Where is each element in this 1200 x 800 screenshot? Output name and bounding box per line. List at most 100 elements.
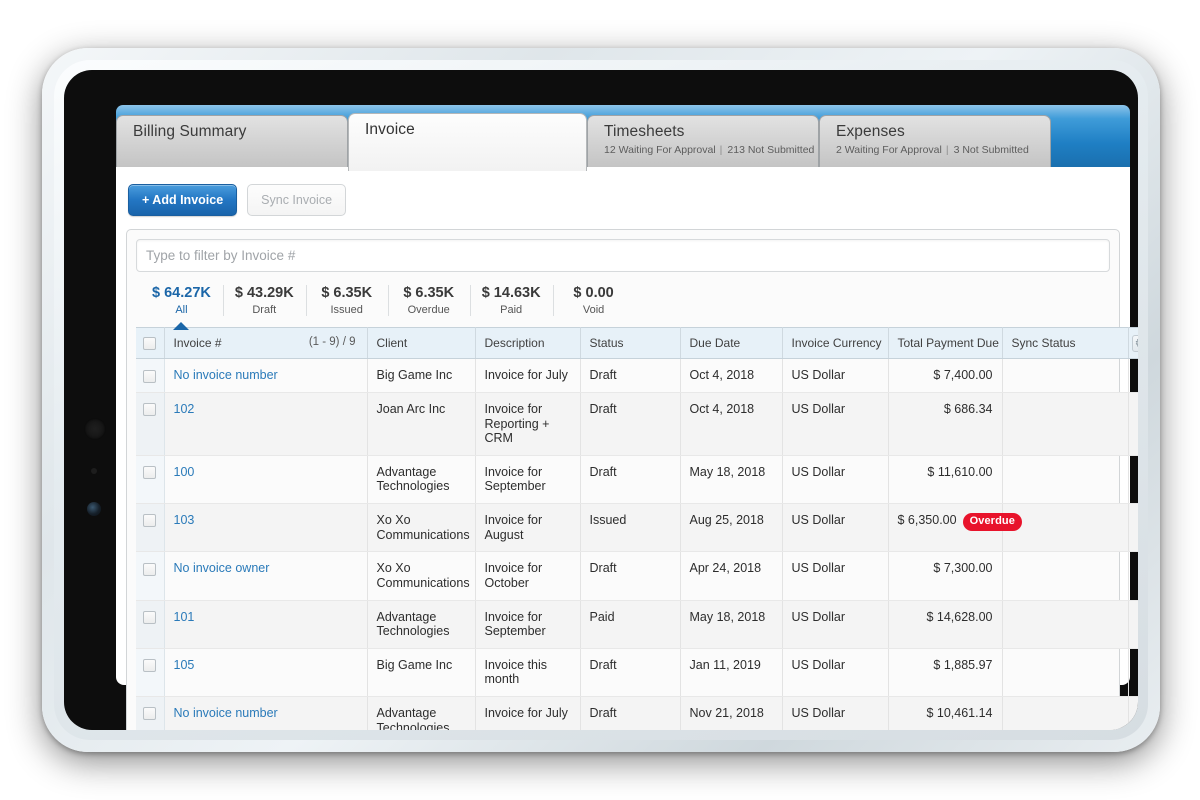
- row-checkbox[interactable]: [143, 707, 156, 721]
- cell-invoice-number[interactable]: No invoice number: [164, 358, 368, 393]
- invoice-link[interactable]: No invoice number: [174, 706, 278, 720]
- table-row[interactable]: No invoice number Big Game Inc Invoice for…: [136, 358, 1138, 393]
- row-select-cell[interactable]: [136, 392, 165, 456]
- cell-currency: US Dollar: [782, 551, 889, 601]
- row-checkbox[interactable]: [143, 369, 156, 383]
- cell-status: Paid: [580, 600, 681, 649]
- tab-expenses[interactable]: Expenses 2 Waiting For Approval | 3 Not Su…: [819, 115, 1051, 169]
- tab-invoice[interactable]: Invoice: [348, 113, 587, 171]
- row-select-cell[interactable]: [136, 358, 165, 393]
- cell-currency: US Dollar: [782, 503, 889, 553]
- row-checkbox[interactable]: [143, 659, 156, 673]
- invoice-link[interactable]: 101: [174, 610, 195, 624]
- col-description[interactable]: Description: [475, 326, 581, 360]
- cell-currency: US Dollar: [782, 358, 889, 393]
- summary-stats: $ 64.27K All $ 43.29K Draft $ 6.35K Issu…: [136, 272, 1110, 322]
- col-invoice-number[interactable]: Invoice # (1 - 9) / 9: [164, 326, 368, 360]
- cell-invoice-number[interactable]: 100: [164, 455, 368, 505]
- stat-all[interactable]: $ 64.27K All: [140, 281, 223, 322]
- record-count: (1 - 9) / 9: [308, 336, 356, 349]
- total-amount: $ 10,461.14: [926, 706, 993, 721]
- row-select-cell[interactable]: [136, 696, 165, 730]
- cell-status: Draft: [580, 551, 681, 601]
- col-client[interactable]: Client: [367, 326, 476, 360]
- stat-issued[interactable]: $ 6.35K Issued: [305, 281, 388, 322]
- sync-invoice-button[interactable]: Sync Invoice: [247, 184, 347, 216]
- table-row[interactable]: 102 Joan Arc Inc Invoice for Reporting + C…: [136, 392, 1138, 456]
- total-amount: $ 1,885.97: [933, 657, 993, 672]
- invoice-link[interactable]: 103: [174, 513, 195, 527]
- stat-void[interactable]: $ 0.00 Void: [552, 281, 635, 322]
- cell-currency: US Dollar: [782, 648, 889, 698]
- cell-invoice-number[interactable]: 101: [164, 600, 368, 649]
- table-row[interactable]: 103 Xo Xo Communications Invoice for Augus…: [136, 503, 1138, 553]
- row-checkbox[interactable]: [143, 562, 156, 576]
- cell-invoice-number[interactable]: No invoice number: [164, 696, 368, 730]
- row-checkbox[interactable]: [143, 403, 156, 417]
- row-select-cell[interactable]: [136, 600, 165, 649]
- cell-due-date: May 18, 2018: [680, 455, 783, 505]
- cell-due-date: Oct 4, 2018: [680, 358, 783, 393]
- stat-overdue[interactable]: $ 6.35K Overdue: [387, 281, 470, 322]
- row-checkbox[interactable]: [143, 610, 156, 624]
- select-all-header[interactable]: [136, 326, 165, 360]
- cell-client: Advantage Technologies: [367, 455, 476, 505]
- row-select-cell[interactable]: [136, 551, 165, 601]
- stat-paid-amount: $ 14.63K: [481, 285, 541, 301]
- cell-sync-status: [1002, 600, 1129, 649]
- tab-bar: Billing Summary Invoice Timesheets 12 Wa…: [116, 105, 1130, 171]
- cell-invoice-number[interactable]: 105: [164, 648, 368, 698]
- cell-spacer: [1128, 503, 1138, 553]
- invoice-link[interactable]: No invoice number: [174, 368, 278, 382]
- toolbar: + Add Invoice Sync Invoice: [126, 179, 1120, 216]
- row-checkbox[interactable]: [143, 514, 156, 528]
- select-all-checkbox[interactable]: [143, 337, 156, 351]
- cell-invoice-number[interactable]: No invoice owner: [164, 551, 368, 601]
- column-settings-header[interactable]: ⚙: [1128, 326, 1138, 360]
- cell-total-payment-due: $ 686.34: [888, 392, 1003, 456]
- invoice-table: Invoice # (1 - 9) / 9 Client Description…: [136, 326, 1138, 730]
- col-due-date[interactable]: Due Date: [680, 326, 783, 360]
- total-amount: $ 7,400.00: [933, 368, 993, 383]
- cell-sync-status: [1002, 358, 1129, 393]
- cell-sync-status: [1002, 392, 1129, 456]
- stat-draft[interactable]: $ 43.29K Draft: [222, 281, 306, 322]
- divider: |: [719, 144, 723, 156]
- col-sync-status[interactable]: Sync Status: [1002, 326, 1129, 360]
- col-total-payment-due[interactable]: Total Payment Due: [888, 326, 1003, 360]
- gear-icon[interactable]: ⚙: [1131, 334, 1138, 352]
- row-checkbox[interactable]: [143, 466, 156, 480]
- invoice-link[interactable]: No invoice owner: [174, 561, 270, 575]
- cell-invoice-number[interactable]: 103: [164, 503, 368, 553]
- invoice-link[interactable]: 100: [174, 465, 195, 479]
- tab-timesheets-subtitle: 12 Waiting For Approval | 213 Not Submitte…: [604, 144, 814, 156]
- table-row[interactable]: No invoice number Advantage Technologies I…: [136, 696, 1138, 730]
- cell-description: Invoice this month: [475, 648, 581, 698]
- row-select-cell[interactable]: [136, 503, 165, 553]
- invoice-link[interactable]: 105: [174, 658, 195, 672]
- cell-description: Invoice for September: [475, 455, 581, 505]
- invoice-link[interactable]: 102: [174, 402, 195, 416]
- cell-currency: US Dollar: [782, 455, 889, 505]
- table-row[interactable]: No invoice owner Xo Xo Communications Invo…: [136, 551, 1138, 601]
- cell-status: Draft: [580, 358, 681, 393]
- stat-all-label: All: [175, 304, 188, 316]
- add-invoice-button[interactable]: + Add Invoice: [128, 184, 238, 216]
- cell-due-date: Jan 11, 2019: [680, 648, 783, 698]
- tab-billing-summary[interactable]: Billing Summary: [116, 115, 348, 169]
- stat-overdue-amount: $ 6.35K: [403, 285, 455, 301]
- table-row[interactable]: 105 Big Game Inc Invoice this month Draft Ja…: [136, 648, 1138, 698]
- table-row[interactable]: 101 Advantage Technologies Invoice for Sep…: [136, 600, 1138, 649]
- row-select-cell[interactable]: [136, 648, 165, 698]
- invoice-filter-input[interactable]: [136, 239, 1110, 272]
- col-invoice-currency[interactable]: Invoice Currency: [782, 326, 889, 360]
- stat-paid[interactable]: $ 14.63K Paid: [469, 281, 553, 322]
- row-select-cell[interactable]: [136, 455, 165, 505]
- cell-invoice-number[interactable]: 102: [164, 392, 368, 456]
- cell-spacer: [1128, 551, 1138, 601]
- table-row[interactable]: 100 Advantage Technologies Invoice for Sep…: [136, 455, 1138, 505]
- total-amount: $ 14,628.00: [926, 609, 993, 624]
- tab-billing-summary-label: Billing Summary: [133, 123, 247, 140]
- tab-timesheets[interactable]: Timesheets 12 Waiting For Approval | 213 N…: [587, 115, 819, 169]
- col-status[interactable]: Status: [580, 326, 681, 360]
